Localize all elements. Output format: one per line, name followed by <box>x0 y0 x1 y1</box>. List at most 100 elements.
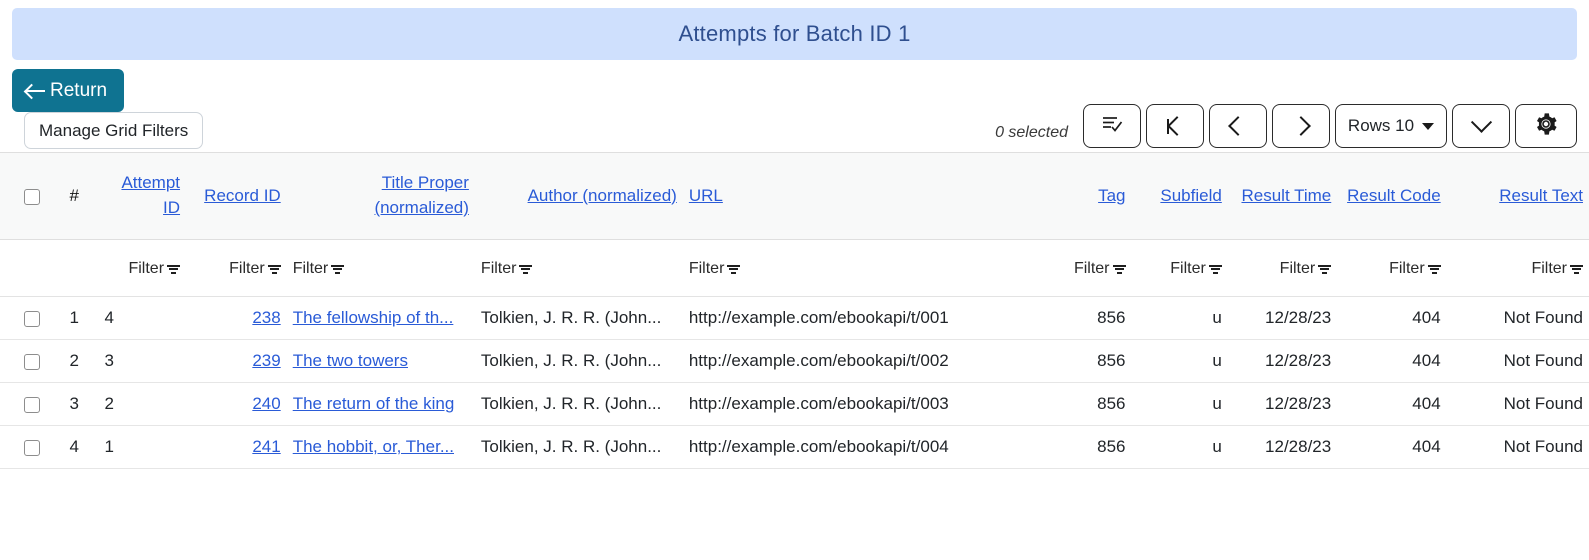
cell-tag: 856 <box>1011 425 1132 469</box>
row-select-cell <box>0 382 64 426</box>
cell-attempt-id: 1 <box>98 425 187 469</box>
select-all-checkbox[interactable] <box>23 188 40 205</box>
cell-author: Tolkien, J. R. R. (John... <box>474 382 683 426</box>
selected-count-label: 0 selected <box>995 124 1068 141</box>
filter-result-code[interactable]: Filter <box>1337 239 1447 297</box>
cell-record-id[interactable]: 238 <box>186 296 287 340</box>
column-header-result-text[interactable]: Result Text <box>1447 153 1589 240</box>
cell-result-text: Not Found <box>1446 382 1589 426</box>
table-row[interactable]: 4 1 241 The hobbit, or, Ther... Tolkien,… <box>0 425 1589 469</box>
filter-result-time[interactable]: Filter <box>1227 239 1338 297</box>
cell-url: http://example.com/ebookapi/t/001 <box>682 296 1012 340</box>
next-page-button[interactable] <box>1272 104 1330 148</box>
cell-url: http://example.com/ebookapi/t/003 <box>682 382 1012 426</box>
filter-subfield[interactable]: Filter <box>1131 239 1228 297</box>
manage-grid-filters-button[interactable]: Manage Grid Filters <box>24 112 204 149</box>
cell-result-time: 12/28/23 <box>1227 339 1338 383</box>
cell-record-id[interactable]: 241 <box>186 425 287 469</box>
attempts-table: # Attempt ID Record ID Title Proper (nor… <box>0 152 1589 469</box>
cell-subfield: u <box>1131 382 1228 426</box>
cell-author: Tolkien, J. R. R. (John... <box>474 339 683 383</box>
cell-attempt-id: 4 <box>98 296 187 340</box>
return-button-label: Return <box>50 79 108 101</box>
cell-author: Tolkien, J. R. R. (John... <box>474 425 683 469</box>
cell-tag: 856 <box>1011 296 1132 340</box>
rows-per-page-dropdown[interactable]: Rows 10 <box>1335 104 1447 148</box>
table-row[interactable]: 3 2 240 The return of the king Tolkien, … <box>0 382 1589 426</box>
cell-row-number: 2 <box>63 339 99 383</box>
arrow-left-icon <box>25 82 47 100</box>
filter-icon <box>167 264 181 274</box>
filter-result-text[interactable]: Filter <box>1446 239 1589 297</box>
cell-title[interactable]: The two towers <box>286 339 475 383</box>
cell-title[interactable]: The return of the king <box>286 382 475 426</box>
filter-icon <box>331 264 345 274</box>
filter-icon <box>1208 264 1222 274</box>
column-header-result-code[interactable]: Result Code <box>1337 153 1446 240</box>
cell-row-number: 3 <box>63 382 99 426</box>
cell-subfield: u <box>1131 339 1228 383</box>
column-header-subfield[interactable]: Subfield <box>1132 153 1228 240</box>
column-header-title-proper[interactable]: Title Proper (normalized) <box>287 153 475 240</box>
settings-button[interactable] <box>1515 104 1577 148</box>
filter-spacer-number <box>63 239 99 297</box>
cell-result-code: 404 <box>1337 382 1447 426</box>
filter-attempt-id[interactable]: Filter <box>98 239 187 297</box>
first-page-button[interactable] <box>1146 104 1204 148</box>
row-select-cell <box>0 296 64 340</box>
filter-author[interactable]: Filter <box>474 239 683 297</box>
expand-toolbar-button[interactable] <box>1452 104 1510 148</box>
cell-result-text: Not Found <box>1446 296 1589 340</box>
cell-attempt-id: 3 <box>98 339 187 383</box>
cell-result-time: 12/28/23 <box>1227 296 1338 340</box>
cell-title[interactable]: The fellowship of th... <box>286 296 475 340</box>
cell-result-code: 404 <box>1337 339 1447 383</box>
return-button[interactable]: Return <box>12 69 125 112</box>
cell-result-text: Not Found <box>1446 339 1589 383</box>
chevron-left-icon <box>1228 116 1248 136</box>
cell-row-number: 4 <box>63 425 99 469</box>
row-checkbox[interactable] <box>23 439 40 456</box>
table-row[interactable]: 2 3 239 The two towers Tolkien, J. R. R.… <box>0 339 1589 383</box>
row-select-cell <box>0 339 64 383</box>
cell-attempt-id: 2 <box>98 382 187 426</box>
column-header-author[interactable]: Author (normalized) <box>475 153 683 240</box>
column-header-record-id[interactable]: Record ID <box>186 153 287 240</box>
row-checkbox[interactable] <box>23 310 40 327</box>
table-row[interactable]: 1 4 238 The fellowship of th... Tolkien,… <box>0 296 1589 340</box>
previous-page-button[interactable] <box>1209 104 1267 148</box>
chevron-down-icon <box>1470 111 1492 133</box>
column-header-tag[interactable]: Tag <box>1011 153 1131 240</box>
column-header-attempt-id[interactable]: Attempt ID <box>98 153 186 240</box>
cell-record-id[interactable]: 239 <box>186 339 287 383</box>
row-select-cell <box>0 425 64 469</box>
cell-title[interactable]: The hobbit, or, Ther... <box>286 425 475 469</box>
filter-icon <box>1112 264 1126 274</box>
row-checkbox[interactable] <box>23 353 40 370</box>
table-filter-row: Filter Filter Filter Filter Filter Filte… <box>0 239 1589 297</box>
cell-subfield: u <box>1131 425 1228 469</box>
cell-result-time: 12/28/23 <box>1227 425 1338 469</box>
column-header-url[interactable]: URL <box>683 153 1011 240</box>
filter-title-proper[interactable]: Filter <box>286 239 475 297</box>
filter-icon <box>727 264 741 274</box>
caret-down-icon <box>1422 122 1435 130</box>
select-actions-button[interactable] <box>1083 104 1141 148</box>
first-page-icon <box>1166 116 1187 136</box>
cell-result-time: 12/28/23 <box>1227 382 1338 426</box>
toolbar: Return Manage Grid Filters 0 selected Ro… <box>12 60 1577 152</box>
row-number-header: # <box>69 186 79 205</box>
cell-url: http://example.com/ebookapi/t/004 <box>682 425 1012 469</box>
column-header-result-time[interactable]: Result Time <box>1228 153 1337 240</box>
cell-result-code: 404 <box>1337 296 1447 340</box>
filter-record-id[interactable]: Filter <box>186 239 287 297</box>
filter-tag[interactable]: Filter <box>1011 239 1132 297</box>
toolbar-right-group: 0 selected Rows 10 <box>995 104 1577 148</box>
filter-url[interactable]: Filter <box>682 239 1012 297</box>
filter-icon <box>1318 264 1332 274</box>
cell-record-id[interactable]: 240 <box>186 382 287 426</box>
cell-result-code: 404 <box>1337 425 1447 469</box>
chevron-right-icon <box>1291 116 1311 136</box>
cell-author: Tolkien, J. R. R. (John... <box>474 296 683 340</box>
row-checkbox[interactable] <box>23 396 40 413</box>
